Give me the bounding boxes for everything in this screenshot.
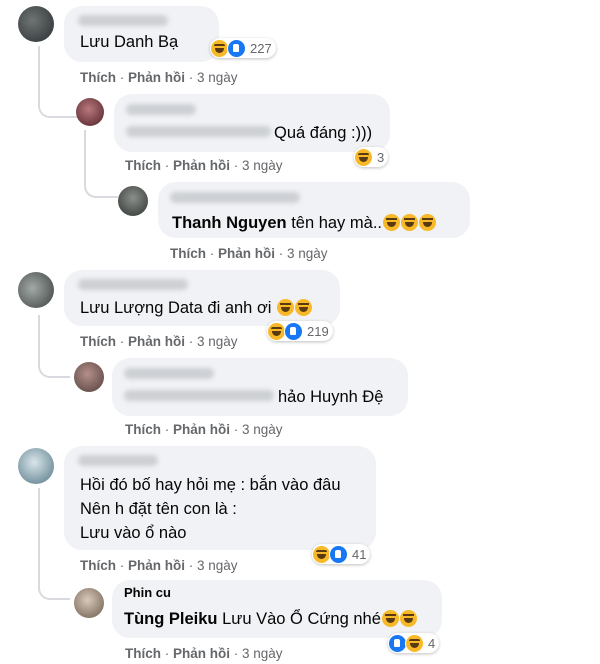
comment-text: hảo Huynh Đệ (278, 388, 384, 406)
comment-actions: Thích · Phản hồi · 3 ngày (125, 158, 283, 173)
reaction-count: 3 (377, 149, 385, 165)
blurred-text (126, 126, 271, 137)
reply-link[interactable]: Phản hồi (128, 334, 185, 349)
comment-bubble: Thanh Nguyen tên hay mà.. (158, 182, 470, 238)
comment-line: Lưu vào ổ nào (80, 524, 187, 542)
reply-link[interactable]: Phản hồi (128, 558, 185, 573)
blurred-name (126, 104, 196, 115)
blurred-name (78, 15, 168, 26)
reply-link[interactable]: Phản hồi (173, 158, 230, 173)
like-link[interactable]: Thích (125, 158, 161, 173)
blurred-name (78, 279, 188, 290)
timestamp[interactable]: 3 ngày (242, 158, 283, 173)
like-icon (227, 38, 246, 58)
comment-actions: Thích · Phản hồi · 3 ngày (80, 70, 238, 85)
reply-link[interactable]: Phản hồi (218, 246, 275, 261)
comment-bubble: Lưu Lượng Data đi anh ơi (64, 270, 340, 326)
partial-name: Phin cu (124, 585, 171, 600)
reaction-summary[interactable]: 219 (267, 321, 333, 341)
haha-emoji-icon (401, 214, 418, 231)
comment-body: Lưu Vào Ổ Cứng nhé (222, 610, 381, 628)
avatar[interactable] (18, 6, 54, 42)
like-link[interactable]: Thích (80, 70, 116, 85)
comment-text: Lưu Lượng Data đi anh ơi (80, 297, 313, 319)
like-link[interactable]: Thích (170, 246, 206, 261)
like-icon (284, 321, 303, 341)
comment-line: Nên h đặt tên con là : (80, 500, 237, 518)
comment-actions: Thích · Phản hồi · 3 ngày (80, 334, 238, 349)
thread-connector (38, 570, 70, 600)
reply-link[interactable]: Phản hồi (173, 646, 230, 661)
comment-bubble: Hồi đó bố hay hỏi mẹ : bắn vào đâu Nên h… (64, 446, 376, 550)
reply-link[interactable]: Phản hồi (173, 422, 230, 437)
like-icon (329, 544, 348, 564)
haha-emoji-icon (419, 214, 436, 231)
thread-connector (38, 348, 70, 378)
thread-line (38, 488, 40, 576)
reaction-summary[interactable]: 227 (210, 38, 276, 58)
reply-link[interactable]: Phản hồi (128, 70, 185, 85)
comment-line: Hồi đó bố hay hỏi mẹ : bắn vào đâu (80, 476, 341, 494)
like-link[interactable]: Thích (80, 558, 116, 573)
comment-text: Quá đáng :))) (274, 124, 373, 142)
haha-icon (405, 633, 424, 653)
comment-actions: Thích · Phản hồi · 3 ngày (170, 246, 328, 261)
grin-emoji-icon (277, 299, 295, 316)
reaction-summary[interactable]: 41 (312, 544, 371, 564)
timestamp[interactable]: 3 ngày (197, 558, 238, 573)
blurred-text (124, 390, 274, 401)
timestamp[interactable]: 3 ngày (197, 70, 238, 85)
comment-actions: Thích · Phản hồi · 3 ngày (125, 646, 283, 661)
haha-emoji-icon (399, 610, 417, 627)
avatar[interactable] (76, 98, 104, 126)
comment-text: Thanh Nguyen tên hay mà.. (172, 212, 436, 234)
comment-body: tên hay mà.. (291, 214, 382, 232)
comment-bubble: Quá đáng :))) (114, 94, 390, 152)
thread-connector (84, 170, 118, 198)
timestamp[interactable]: 3 ngày (242, 422, 283, 437)
comment-text: Tùng Pleiku Lưu Vào Ổ Cứng nhé (124, 608, 417, 630)
haha-icon (354, 147, 373, 167)
comment-bubble: Lưu Danh Bạ (64, 6, 219, 62)
blurred-name (170, 192, 300, 203)
timestamp[interactable]: 3 ngày (197, 334, 238, 349)
comment-bubble: Phin cu Tùng Pleiku Lưu Vào Ổ Cứng nhé (112, 580, 442, 638)
like-link[interactable]: Thích (125, 422, 161, 437)
like-link[interactable]: Thích (80, 334, 116, 349)
reaction-summary[interactable]: 4 (388, 633, 440, 653)
avatar[interactable] (18, 448, 54, 484)
blurred-name (78, 455, 158, 466)
timestamp[interactable]: 3 ngày (242, 646, 283, 661)
comment-bubble: hảo Huynh Đệ (112, 358, 408, 416)
tagged-name[interactable]: Tùng Pleiku (124, 610, 218, 628)
avatar[interactable] (118, 186, 148, 216)
comment-actions: Thích · Phản hồi · 3 ngày (80, 558, 238, 573)
comment-body: Lưu Lượng Data đi anh ơi (80, 299, 272, 317)
haha-emoji-icon (383, 214, 400, 231)
comment-actions: Thích · Phản hồi · 3 ngày (125, 422, 283, 437)
reaction-summary[interactable]: 3 (354, 147, 389, 167)
avatar[interactable] (74, 588, 104, 618)
like-link[interactable]: Thích (125, 646, 161, 661)
grin-emoji-icon (295, 299, 313, 316)
tagged-name[interactable]: Thanh Nguyen (172, 214, 287, 232)
reaction-count: 4 (428, 635, 436, 651)
comment-text: Lưu Danh Bạ (80, 33, 179, 51)
reaction-count: 219 (307, 323, 329, 339)
haha-emoji-icon (381, 610, 399, 627)
avatar[interactable] (74, 362, 104, 392)
timestamp[interactable]: 3 ngày (287, 246, 328, 261)
blurred-name (124, 368, 214, 379)
avatar[interactable] (18, 272, 54, 308)
reaction-count: 227 (250, 40, 272, 56)
reaction-count: 41 (352, 546, 367, 562)
